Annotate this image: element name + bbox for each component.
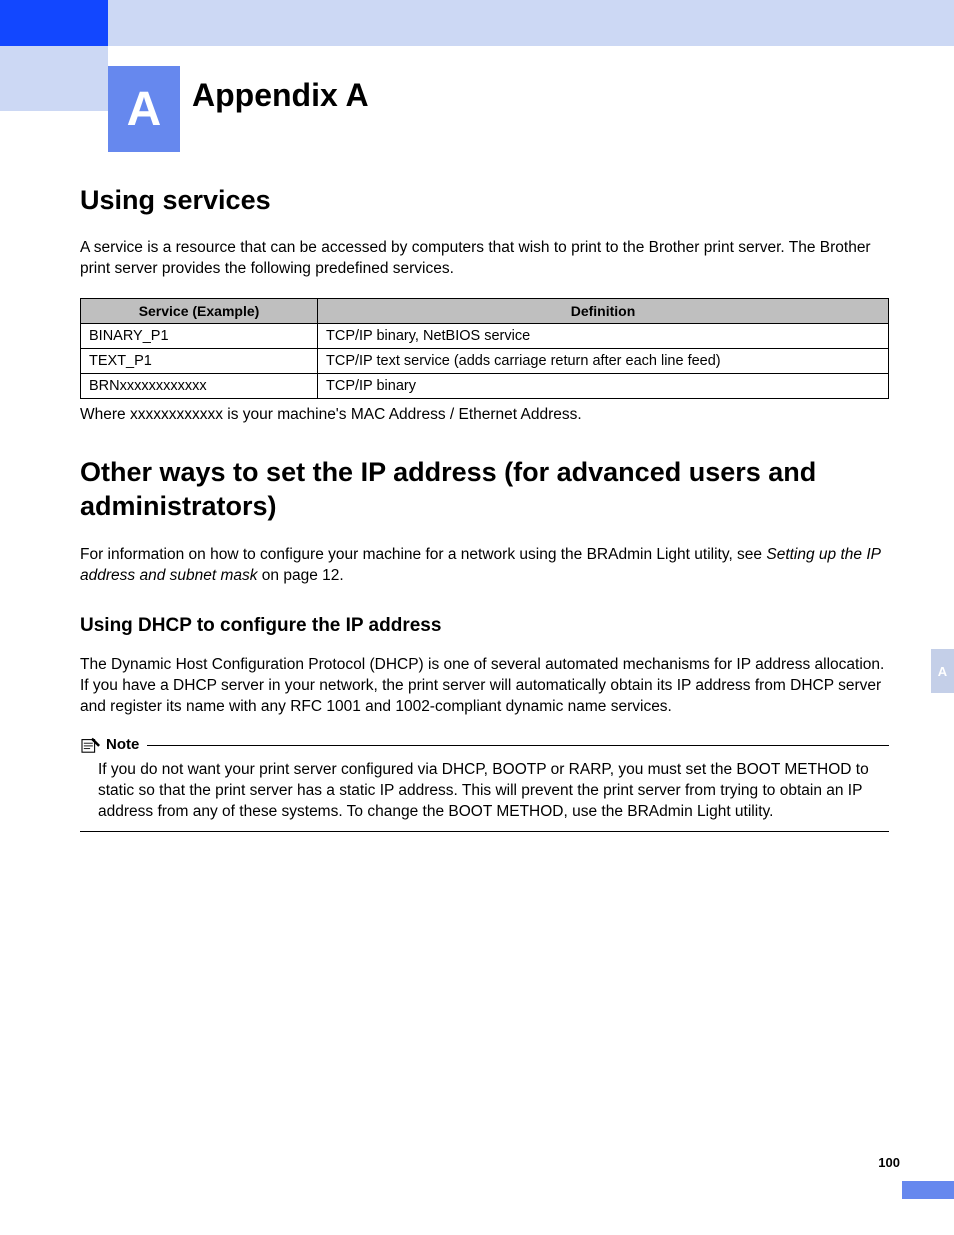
table-header-definition: Definition [318,298,889,323]
table-cell: TEXT_P1 [81,348,318,373]
top-banner-light [108,0,954,46]
paragraph-dhcp-body: The Dynamic Host Configuration Protocol … [80,655,889,718]
appendix-header: A Appendix A [108,66,914,152]
table-row: BRNxxxxxxxxxxxx TCP/IP binary [81,373,889,398]
table-header-service: Service (Example) [81,298,318,323]
note-label: Note [106,736,139,753]
note-icon [80,736,102,754]
top-banner-blue [0,0,108,46]
section-heading-using-services: Using services [80,185,889,216]
page-number: 100 [878,1155,900,1170]
table-row: BINARY_P1 TCP/IP binary, NetBIOS service [81,323,889,348]
table-cell: TCP/IP text service (adds carriage retur… [318,348,889,373]
services-table: Service (Example) Definition BINARY_P1 T… [80,298,889,399]
section-heading-other-ways: Other ways to set the IP address (for ad… [80,456,889,524]
section-heading-dhcp: Using DHCP to configure the IP address [80,615,889,637]
appendix-badge: A [108,66,180,152]
table-cell: TCP/IP binary, NetBIOS service [318,323,889,348]
corner-accent [902,1181,954,1199]
page-content: Using services A service is a resource t… [80,185,889,832]
table-cell: BRNxxxxxxxxxxxx [81,373,318,398]
table-row: TEXT_P1 TCP/IP text service (adds carria… [81,348,889,373]
table-cell: BINARY_P1 [81,323,318,348]
note-divider [147,745,889,746]
text-segment: on page 12. [258,567,344,584]
paragraph-table-footnote: Where xxxxxxxxxxxx is your machine's MAC… [80,405,889,426]
side-tab-appendix[interactable]: A [931,649,954,693]
appendix-title: Appendix A [192,77,369,142]
text-segment: For information on how to configure your… [80,546,766,563]
paragraph-other-ways-intro: For information on how to configure your… [80,545,889,587]
paragraph-services-intro: A service is a resource that can be acce… [80,238,889,280]
left-banner-light [0,46,108,111]
note-body: If you do not want your print server con… [80,760,889,832]
table-cell: TCP/IP binary [318,373,889,398]
note-block: Note If you do not want your print serve… [80,736,889,832]
